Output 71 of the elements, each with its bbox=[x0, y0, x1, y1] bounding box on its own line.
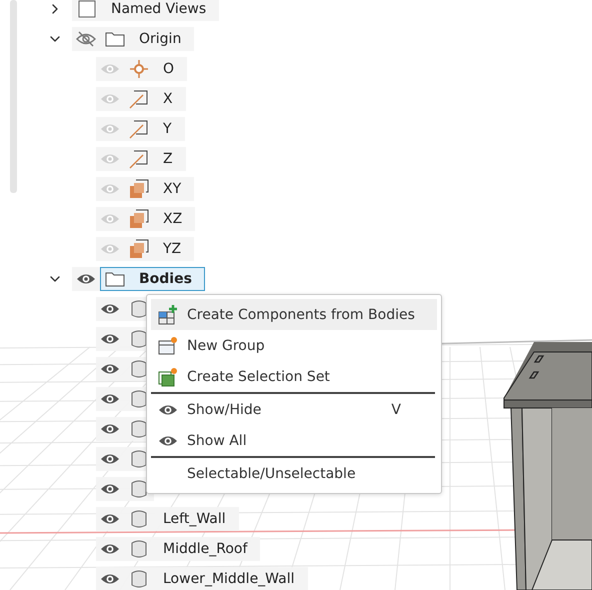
tree-item-label: O bbox=[162, 61, 176, 77]
tree-item[interactable]: Middle_Roof bbox=[96, 537, 260, 561]
menu-item[interactable]: New Group bbox=[151, 330, 437, 361]
eye-icon[interactable] bbox=[100, 542, 120, 556]
menu-item[interactable]: Show/Hide V bbox=[151, 394, 437, 425]
tree-item[interactable]: XY bbox=[96, 177, 194, 201]
tree-item[interactable]: Left_Wall bbox=[96, 507, 239, 531]
tree-item-label: XY bbox=[162, 181, 182, 197]
folder-icon bbox=[105, 271, 125, 287]
tree-item[interactable]: Y bbox=[96, 117, 185, 141]
hidden-eye-icon[interactable] bbox=[75, 31, 97, 47]
tree-item[interactable]: XZ bbox=[96, 207, 196, 231]
tree-item-label: Lower_Middle_Wall bbox=[162, 571, 296, 587]
tree-item[interactable]: O bbox=[96, 57, 188, 81]
cylinder-icon bbox=[131, 329, 147, 349]
tree-item[interactable]: Bodies bbox=[72, 267, 205, 291]
new-group-icon bbox=[157, 334, 179, 356]
point-icon bbox=[129, 59, 149, 79]
tree-item[interactable]: Lower_Middle_Wall bbox=[96, 567, 308, 590]
eye-icon[interactable] bbox=[158, 402, 178, 416]
cylinder-icon bbox=[131, 539, 147, 559]
tree-item-label: XZ bbox=[162, 211, 184, 227]
tree-item-label: Origin bbox=[138, 31, 182, 47]
tree-item-label: X bbox=[162, 91, 174, 107]
menu-item[interactable]: Selectable/Unselectable bbox=[151, 458, 437, 489]
folder-icon bbox=[105, 31, 125, 47]
tree-item-label: Bodies bbox=[138, 271, 193, 287]
selection-set-icon bbox=[157, 366, 179, 388]
eye-icon[interactable] bbox=[100, 452, 120, 466]
tree-item[interactable]: Z bbox=[96, 147, 186, 171]
tree-item-label: Left_Wall bbox=[162, 511, 227, 527]
tree-item-label: Middle_Roof bbox=[162, 541, 249, 557]
tree-item[interactable] bbox=[96, 477, 154, 501]
eye-icon[interactable] bbox=[100, 392, 120, 406]
plane-icon bbox=[129, 239, 149, 259]
tree-item[interactable]: Named Views bbox=[72, 0, 220, 21]
eye-icon[interactable] bbox=[100, 302, 120, 316]
eye-icon[interactable] bbox=[158, 434, 178, 448]
tree-item-label: Named Views bbox=[110, 1, 208, 17]
axis-icon bbox=[129, 149, 149, 169]
components-icon bbox=[157, 304, 179, 326]
tree-item-label: Y bbox=[162, 121, 173, 137]
tree-item[interactable]: X bbox=[96, 87, 186, 111]
cylinder-icon bbox=[131, 359, 147, 379]
eye-icon[interactable] bbox=[100, 482, 120, 496]
menu-item[interactable]: Create Selection Set bbox=[151, 361, 437, 392]
menu-item[interactable]: Create Components from Bodies bbox=[151, 299, 437, 330]
tree-item[interactable]: Origin bbox=[72, 27, 194, 51]
eye-icon[interactable] bbox=[76, 272, 96, 286]
eye-icon[interactable] bbox=[100, 362, 120, 376]
menu-item[interactable]: Show All bbox=[151, 425, 437, 456]
axis-icon bbox=[129, 119, 149, 139]
cylinder-icon bbox=[131, 299, 147, 319]
eye-icon[interactable] bbox=[100, 512, 120, 526]
axis-icon bbox=[129, 89, 149, 109]
cylinder-icon bbox=[131, 449, 147, 469]
tree-item-label: YZ bbox=[162, 241, 182, 257]
cylinder-icon bbox=[131, 419, 147, 439]
square-icon bbox=[78, 0, 96, 18]
scrollbar[interactable] bbox=[10, 0, 17, 193]
tree-item-label: Z bbox=[162, 151, 174, 167]
cylinder-icon bbox=[131, 479, 147, 499]
eye-icon[interactable] bbox=[100, 572, 120, 586]
cylinder-icon bbox=[131, 569, 147, 589]
tree-item[interactable]: YZ bbox=[96, 237, 194, 261]
cylinder-icon bbox=[131, 389, 147, 409]
eye-icon[interactable] bbox=[100, 422, 120, 436]
plane-icon bbox=[129, 179, 149, 199]
eye-icon[interactable] bbox=[100, 332, 120, 346]
cylinder-icon bbox=[131, 509, 147, 529]
plane-icon bbox=[129, 209, 149, 229]
